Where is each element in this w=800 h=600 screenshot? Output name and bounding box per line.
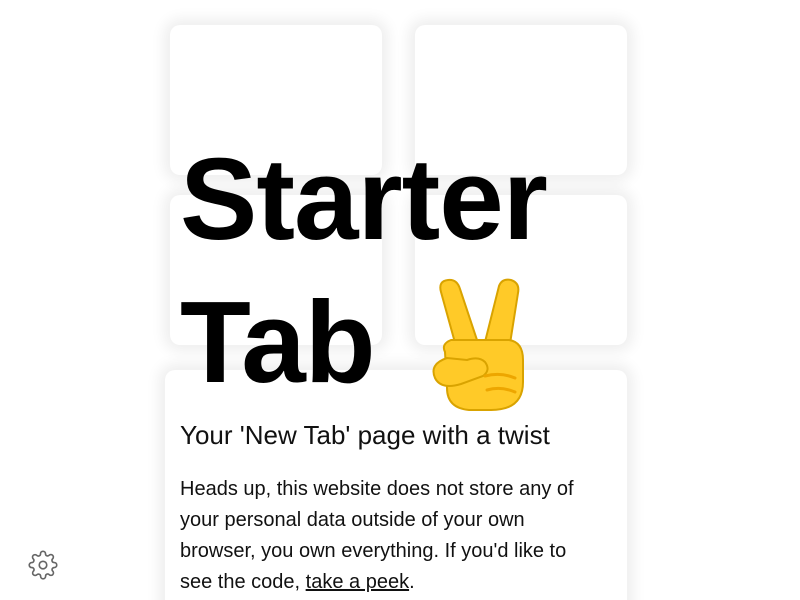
privacy-notice-end: . [409, 571, 415, 593]
title-line-1: Starter [180, 134, 548, 264]
privacy-notice: Heads up, this website does not store an… [180, 474, 575, 598]
settings-button[interactable] [28, 550, 58, 580]
page-subtitle: Your 'New Tab' page with a twist [180, 420, 550, 450]
title-line-2: Tab [180, 271, 660, 418]
hero: Starter Tab [180, 128, 660, 418]
source-code-link[interactable]: take a peek [306, 571, 409, 593]
page-title: Starter Tab [180, 128, 660, 418]
gear-icon [28, 550, 58, 580]
title-line-2-text: Tab [180, 277, 376, 407]
page: Starter Tab Your 'New Tab' page with a t… [0, 0, 800, 600]
victory-hand-emoji-icon [427, 278, 537, 412]
